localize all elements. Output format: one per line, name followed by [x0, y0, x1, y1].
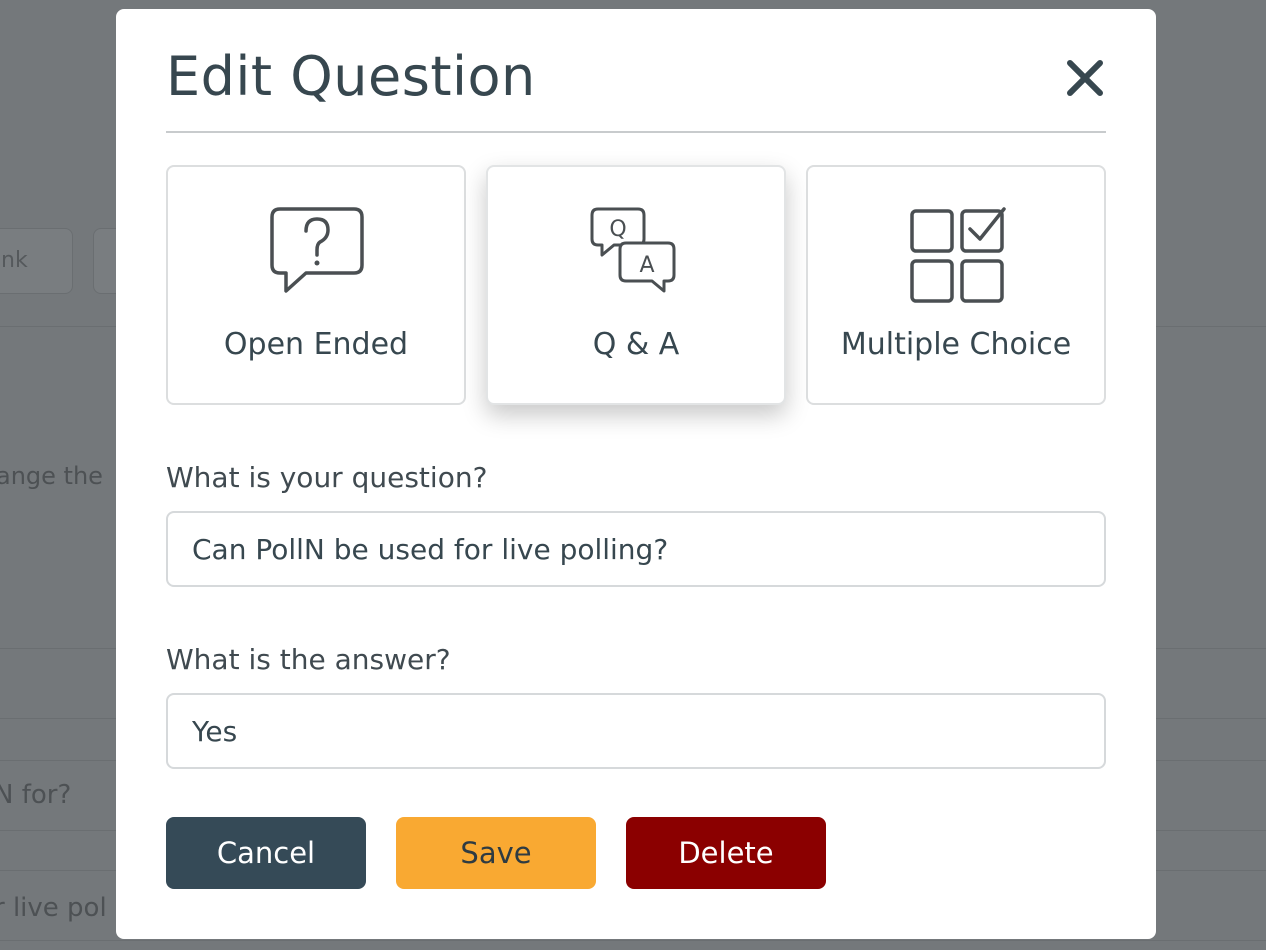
- modal-title: Edit Question: [166, 45, 536, 108]
- svg-text:A: A: [639, 253, 654, 278]
- edit-question-modal: Edit Question Open Ended Q A Q & A Multi…: [116, 9, 1156, 939]
- type-card-label: Q & A: [592, 327, 680, 362]
- background-text: ange the: [0, 462, 103, 490]
- cancel-button[interactable]: Cancel: [166, 817, 366, 889]
- background-button: nk: [0, 228, 73, 294]
- type-card-label: Open Ended: [223, 327, 409, 362]
- answer-label: What is the answer?: [166, 643, 451, 676]
- question-input[interactable]: [166, 511, 1106, 587]
- type-card-multiple-choice[interactable]: Multiple Choice: [806, 165, 1106, 405]
- close-button[interactable]: [1064, 57, 1106, 99]
- svg-text:Q: Q: [609, 217, 626, 242]
- background-divider: [0, 940, 1266, 941]
- question-bubble-icon: [168, 205, 464, 305]
- answer-input[interactable]: [166, 693, 1106, 769]
- background-text: r live pol: [0, 893, 107, 923]
- background-text: N for?: [0, 780, 72, 810]
- type-card-label: Multiple Choice: [840, 327, 1072, 362]
- close-icon: [1067, 60, 1103, 96]
- checkbox-grid-icon: [808, 205, 1104, 305]
- type-card-open-ended[interactable]: Open Ended: [166, 165, 466, 405]
- background-button-label: nk: [1, 248, 28, 273]
- save-button[interactable]: Save: [396, 817, 596, 889]
- title-divider: [166, 131, 1106, 133]
- type-card-qa[interactable]: Q A Q & A: [486, 165, 786, 405]
- qa-bubbles-icon: Q A: [488, 205, 784, 305]
- question-label: What is your question?: [166, 461, 488, 494]
- delete-button[interactable]: Delete: [626, 817, 826, 889]
